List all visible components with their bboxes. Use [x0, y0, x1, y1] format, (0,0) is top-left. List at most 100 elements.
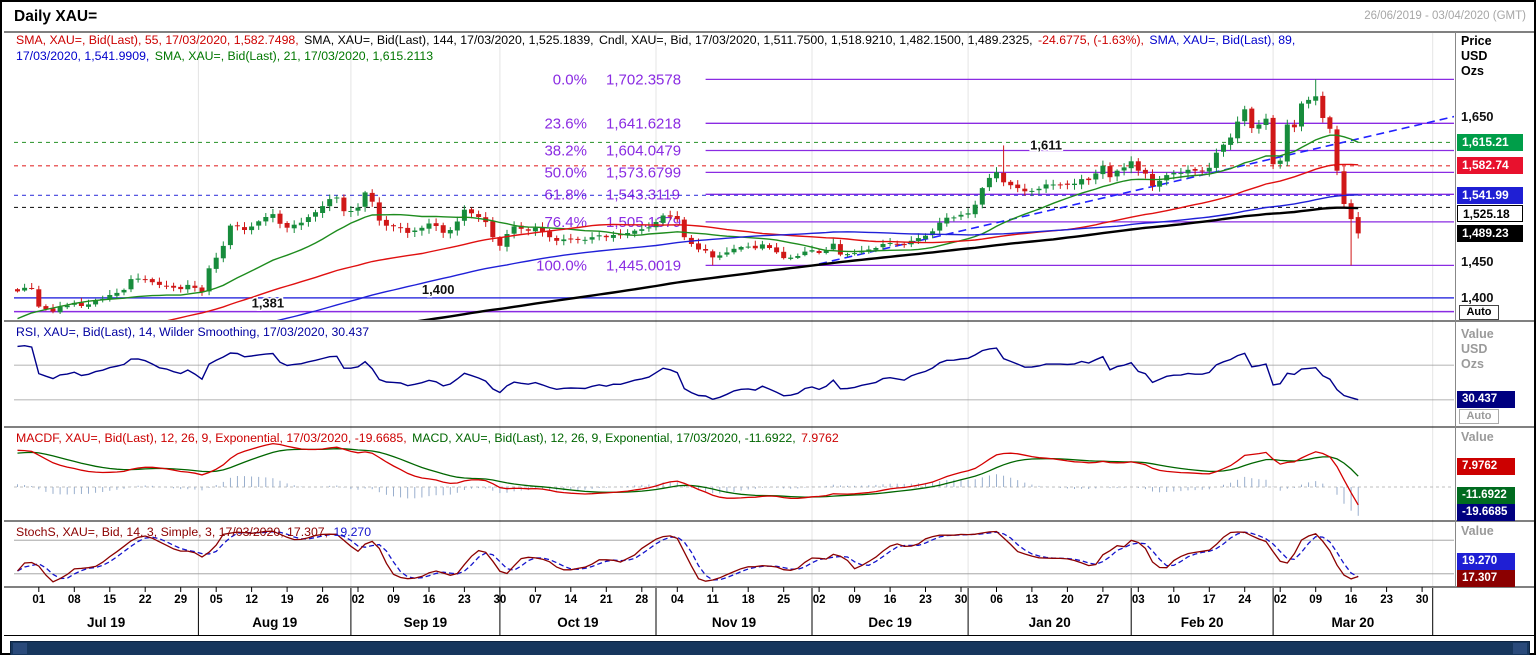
price-annotation: 1,611: [1030, 137, 1062, 152]
x-axis-day-label: 15: [103, 594, 116, 606]
macd-signal-line: [18, 449, 1359, 497]
x-axis-day-label: 08: [68, 594, 81, 606]
legend-segment: 17/03/2020, 1,541.9909,: [16, 49, 153, 63]
legend-segment: SMA, XAU=, Bid(Last), 21, 17/03/2020, 1,…: [155, 49, 433, 63]
x-axis-month-label: Aug 19: [252, 615, 297, 630]
support-line-label: 1,400: [422, 282, 455, 297]
price-badge: 1,615.21: [1457, 134, 1523, 151]
macd-line: [18, 444, 1359, 505]
legend-segment: SMA, XAU=, Bid(Last), 89,: [1149, 33, 1295, 47]
x-axis-day-label: 02: [352, 594, 365, 606]
x-axis-day-label: 11: [707, 594, 720, 606]
rsi-axis-auto-button[interactable]: Auto: [1459, 409, 1499, 424]
fib-level-pct-label: 38.2%: [544, 143, 587, 160]
x-axis-day-label: 24: [1238, 594, 1251, 606]
x-axis-day-label: 21: [600, 594, 613, 606]
fib-level-price-label: 1,573.6799: [606, 164, 681, 181]
legend-segment: -24.6775, (-1.63%),: [1038, 33, 1147, 47]
x-axis-day-label: 22: [139, 594, 152, 606]
legend-segment: SMA, XAU=, Bid(Last), 144, 17/03/2020, 1…: [304, 33, 597, 47]
rsi-legend: RSI, XAU=, Bid(Last), 14, Wilder Smoothi…: [16, 325, 371, 339]
x-axis-day-label: 16: [1345, 594, 1358, 606]
x-axis-month-label: Nov 19: [712, 615, 756, 630]
macd-value-badge: -11.6922: [1457, 487, 1515, 504]
stoch-value-badge: 17.307: [1457, 570, 1515, 587]
legend-segment: MACD, XAU=, Bid(Last), 12, 26, 9, Expone…: [412, 431, 799, 445]
x-axis-month-label: Feb 20: [1181, 615, 1224, 630]
price-axis-header-ozs: Ozs: [1461, 64, 1484, 78]
x-axis-month-label: Sep 19: [404, 615, 448, 630]
legend-segment: Cndl, XAU=, Bid, 17/03/2020, 1,511.7500,…: [599, 33, 1036, 47]
x-axis-day-label: 18: [742, 594, 755, 606]
x-axis-day-label: 06: [990, 594, 1003, 606]
x-axis-day-label: 02: [1274, 594, 1287, 606]
x-axis-day-label: 09: [848, 594, 861, 606]
stoch-legend: StochS, XAU=, Bid, 14, 3, Simple, 3, 17/…: [16, 525, 373, 539]
legend-segment: 19.270: [333, 525, 371, 539]
x-axis-day-label: 27: [1097, 594, 1110, 606]
x-axis-day-label: 28: [635, 594, 648, 606]
rsi-value-badge: 30.437: [1457, 391, 1515, 408]
price-badge: 1,489.23: [1457, 225, 1523, 242]
rsi-axis-header-ozs: Ozs: [1461, 357, 1484, 371]
x-axis-day-label: 30: [955, 594, 968, 606]
x-axis-day-label: 26: [316, 594, 329, 606]
fib-level-pct-label: 100.0%: [536, 257, 587, 274]
trendline: [819, 116, 1457, 264]
legend-segment: MACDF, XAU=, Bid(Last), 12, 26, 9, Expon…: [16, 431, 410, 445]
x-axis-day-label: 20: [1061, 594, 1074, 606]
price-axis-header-usd: USD: [1461, 49, 1487, 63]
macd-value-badge: -19.6685: [1457, 504, 1515, 521]
main-chart-legend-line1: SMA, XAU=, Bid(Last), 55, 17/03/2020, 1,…: [16, 33, 1297, 47]
price-axis-tick-label: 1,400: [1461, 290, 1494, 305]
macd-axis-header-value: Value: [1461, 430, 1494, 444]
main-chart-legend-line2: 17/03/2020, 1,541.9909, SMA, XAU=, Bid(L…: [16, 49, 435, 63]
x-axis-day-label: 13: [1026, 594, 1039, 606]
x-axis-day-label: 02: [813, 594, 826, 606]
x-axis-day-label: 29: [174, 594, 187, 606]
price-badge: 1,582.74: [1457, 157, 1523, 174]
fib-level-pct-label: 50.0%: [544, 164, 587, 181]
macd-value-badge: 7.9762: [1457, 458, 1515, 475]
rsi-axis-header-value: Value: [1461, 327, 1494, 341]
rsi-axis-header-usd: USD: [1461, 342, 1487, 356]
price-axis-auto-button[interactable]: Auto: [1459, 305, 1499, 320]
stoch-value-badge: 19.270: [1457, 553, 1515, 570]
x-axis-day-label: 23: [1380, 594, 1393, 606]
x-axis-day-label: 09: [1309, 594, 1322, 606]
x-axis-day-label: 03: [1132, 594, 1145, 606]
x-axis-day-label: 10: [1167, 594, 1180, 606]
chart-window: Daily XAU= 26/06/2019 - 03/04/2020 (GMT)…: [0, 0, 1536, 655]
legend-segment: RSI, XAU=, Bid(Last), 14, Wilder Smoothi…: [16, 325, 369, 339]
x-axis-month-label: Oct 19: [557, 615, 598, 630]
x-axis-day-label: 04: [671, 594, 684, 606]
stoch-axis-header-value: Value: [1461, 524, 1494, 538]
legend-segment: 7.9762: [801, 431, 839, 445]
price-badge: 1,541.99: [1457, 187, 1523, 204]
scrollbar-left-cap[interactable]: [13, 643, 27, 654]
x-axis-day-label: 17: [1203, 594, 1216, 606]
horizontal-scrollbar[interactable]: [10, 641, 1530, 655]
x-axis-month-label: Jan 20: [1029, 615, 1071, 630]
fib-level-price-label: 1,604.0479: [606, 143, 681, 160]
x-axis-day-label: 12: [245, 594, 258, 606]
x-axis-day-label: 16: [884, 594, 897, 606]
x-axis-day-label: 14: [564, 594, 577, 606]
legend-segment: StochS, XAU=, Bid, 14, 3, Simple, 3, 17/…: [16, 525, 331, 539]
x-axis-day-label: 23: [919, 594, 932, 606]
price-badge: 1,525.18: [1457, 205, 1523, 222]
x-axis-day-label: 16: [423, 594, 436, 606]
x-axis-day-label: 01: [32, 594, 45, 606]
scrollbar-right-cap[interactable]: [1513, 643, 1527, 654]
x-axis-day-label: 25: [777, 594, 790, 606]
x-axis-day-label: 05: [210, 594, 223, 606]
rsi-line: [18, 346, 1359, 400]
price-axis-tick-label: 1,650: [1461, 109, 1494, 124]
chart-canvas[interactable]: 0.0%1,702.357823.6%1,641.621838.2%1,604.…: [2, 2, 1536, 640]
fib-level-pct-label: 0.0%: [553, 71, 587, 88]
fib-level-pct-label: 23.6%: [544, 115, 587, 132]
fib-level-price-label: 1,445.0019: [606, 257, 681, 274]
price-axis-header-price: Price: [1461, 34, 1492, 48]
x-axis-month-label: Jul 19: [87, 615, 125, 630]
fib-level-price-label: 1,702.3578: [606, 71, 681, 88]
